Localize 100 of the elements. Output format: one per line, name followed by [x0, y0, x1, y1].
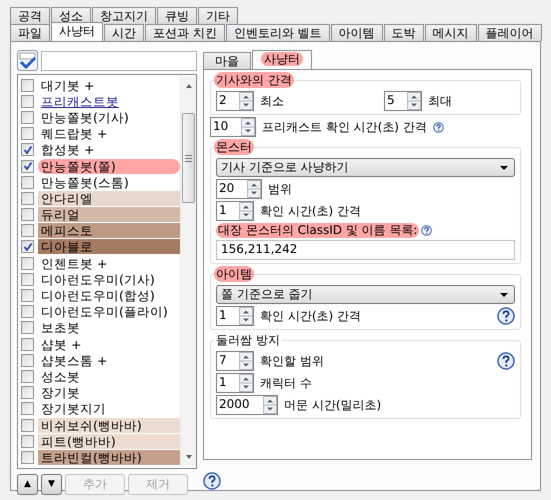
- checkbox[interactable]: [21, 354, 34, 367]
- dropdown[interactable]: 기사 기준으로 사냥하기: [216, 158, 515, 177]
- list-item[interactable]: 디아런도우미(기사): [38, 272, 180, 287]
- move-down-button[interactable]: ▼: [41, 474, 62, 494]
- tab[interactable]: 플레이어: [478, 24, 542, 41]
- search-field[interactable]: [41, 50, 197, 70]
- check-icon: [22, 161, 32, 172]
- checkbox[interactable]: [21, 78, 34, 92]
- help-icon[interactable]: [497, 352, 515, 370]
- list-item[interactable]: 안다리엘: [38, 190, 180, 206]
- checkbox[interactable]: [21, 305, 34, 318]
- spin-arrows-icon[interactable]: [247, 180, 261, 198]
- spin-arrows-icon[interactable]: [263, 396, 277, 414]
- spellcheck-icon[interactable]: [17, 50, 38, 71]
- number-field[interactable]: 1: [216, 373, 254, 393]
- help-icon[interactable]: [432, 122, 444, 132]
- list-item[interactable]: 트라빈컬(뻥바바): [38, 450, 180, 465]
- list-item[interactable]: 메피스토: [38, 223, 180, 238]
- number-field[interactable]: 5: [384, 91, 422, 111]
- spin-arrows-icon[interactable]: [239, 307, 253, 325]
- checkbox[interactable]: [21, 338, 34, 351]
- help-icon[interactable]: [203, 472, 221, 490]
- checkbox[interactable]: [21, 289, 34, 302]
- checkbox[interactable]: [21, 370, 34, 383]
- tab[interactable]: 도박: [384, 24, 424, 41]
- list-item[interactable]: 디아런도우미(합성): [38, 288, 180, 304]
- number-field[interactable]: 2: [216, 91, 254, 111]
- checkbox[interactable]: [21, 224, 34, 238]
- scroll-up-icon[interactable]: [184, 83, 192, 89]
- scroll-thumb[interactable]: [182, 113, 195, 203]
- list-item[interactable]: 장기봇: [38, 385, 180, 400]
- checkbox[interactable]: [21, 143, 34, 156]
- number-field[interactable]: 20: [216, 179, 262, 199]
- group-title: 기사와의 간격: [214, 72, 294, 88]
- list-item[interactable]: 디아블로: [38, 239, 180, 254]
- checkbox[interactable]: [21, 192, 34, 205]
- checkbox[interactable]: [21, 386, 34, 400]
- tab[interactable]: 마을: [203, 52, 251, 69]
- checkbox[interactable]: [21, 240, 34, 254]
- list-item[interactable]: 피트(뻥바바): [38, 434, 180, 449]
- checkbox[interactable]: [21, 450, 34, 464]
- list-item-link[interactable]: 프리캐스트봇: [38, 94, 180, 109]
- move-up-button[interactable]: ▲: [17, 474, 38, 494]
- scroll-down-icon[interactable]: [184, 454, 192, 460]
- checkbox[interactable]: [21, 402, 34, 416]
- tab[interactable]: 인벤토리와 벨트: [226, 24, 330, 41]
- list-item[interactable]: 퀘드랍봇 +: [38, 126, 180, 142]
- list-item[interactable]: 인첸트봇 +: [38, 256, 180, 271]
- checkbox[interactable]: [21, 418, 34, 432]
- scrollbar[interactable]: [180, 77, 196, 466]
- dropdown[interactable]: 쫄 기준으로 줍기: [216, 285, 515, 304]
- tab[interactable]: 사냥터: [51, 22, 103, 41]
- tab[interactable]: 파일: [10, 24, 50, 41]
- tab[interactable]: 기타: [198, 7, 238, 24]
- list-item[interactable]: 장기봇지기: [38, 401, 180, 416]
- text-field[interactable]: 156,211,242: [216, 240, 515, 260]
- number-field[interactable]: 7: [216, 351, 254, 371]
- checkbox[interactable]: [21, 94, 34, 108]
- help-icon[interactable]: [421, 225, 432, 236]
- list-item[interactable]: 디아런도우미(플라이): [38, 304, 180, 320]
- group-title: 둘러쌈 방지: [214, 332, 282, 348]
- spin-arrows-icon[interactable]: [239, 92, 253, 110]
- checkbox[interactable]: [21, 256, 34, 270]
- list-item[interactable]: 만능쫄봇(기사): [38, 110, 180, 125]
- number-field[interactable]: 2000: [216, 395, 278, 415]
- tab[interactable]: 메시지: [424, 24, 477, 41]
- list-item[interactable]: 보초봇: [38, 320, 180, 336]
- spin-arrows-icon[interactable]: [241, 118, 255, 136]
- tab[interactable]: 시간: [104, 24, 144, 41]
- help-icon[interactable]: [497, 307, 515, 325]
- list-item[interactable]: 합성봇 +: [38, 142, 180, 158]
- list-item[interactable]: 성소봇: [38, 368, 180, 384]
- list-item[interactable]: 만능쫄봇(쫄): [38, 158, 180, 174]
- checkbox[interactable]: [21, 434, 34, 448]
- checkbox[interactable]: [21, 208, 34, 222]
- list-item[interactable]: 대기봇 +: [38, 78, 180, 93]
- tab[interactable]: 아이템: [330, 24, 383, 41]
- spin-arrows-icon[interactable]: [239, 202, 253, 220]
- spin-arrows-icon[interactable]: [239, 352, 253, 370]
- tab[interactable]: 창고지기: [92, 7, 156, 24]
- checkbox[interactable]: [21, 176, 34, 189]
- checkbox[interactable]: [21, 160, 34, 173]
- checkbox[interactable]: [21, 321, 34, 334]
- spin-arrows-icon[interactable]: [239, 374, 253, 392]
- checkbox[interactable]: [21, 110, 34, 124]
- number-field[interactable]: 10: [210, 117, 256, 137]
- tab[interactable]: 사냥터: [252, 50, 312, 69]
- checkbox[interactable]: [21, 272, 34, 286]
- list-item[interactable]: 샵봇스톰 +: [38, 352, 180, 368]
- spin-arrows-icon[interactable]: [407, 92, 421, 110]
- tab[interactable]: 공격: [10, 7, 50, 24]
- tab[interactable]: 큐빙: [157, 7, 197, 24]
- checkbox[interactable]: [21, 127, 34, 140]
- number-field[interactable]: 1: [216, 306, 254, 326]
- number-field[interactable]: 1: [216, 201, 254, 221]
- list-item[interactable]: 만능쫄봇(스톰): [38, 174, 180, 190]
- list-item[interactable]: 듀리얼: [38, 207, 180, 222]
- list-item[interactable]: 비쉬보쉬(뻥바바): [38, 418, 180, 433]
- tab[interactable]: 포션과 치킨: [145, 24, 225, 41]
- list-item[interactable]: 샵봇 +: [38, 336, 180, 352]
